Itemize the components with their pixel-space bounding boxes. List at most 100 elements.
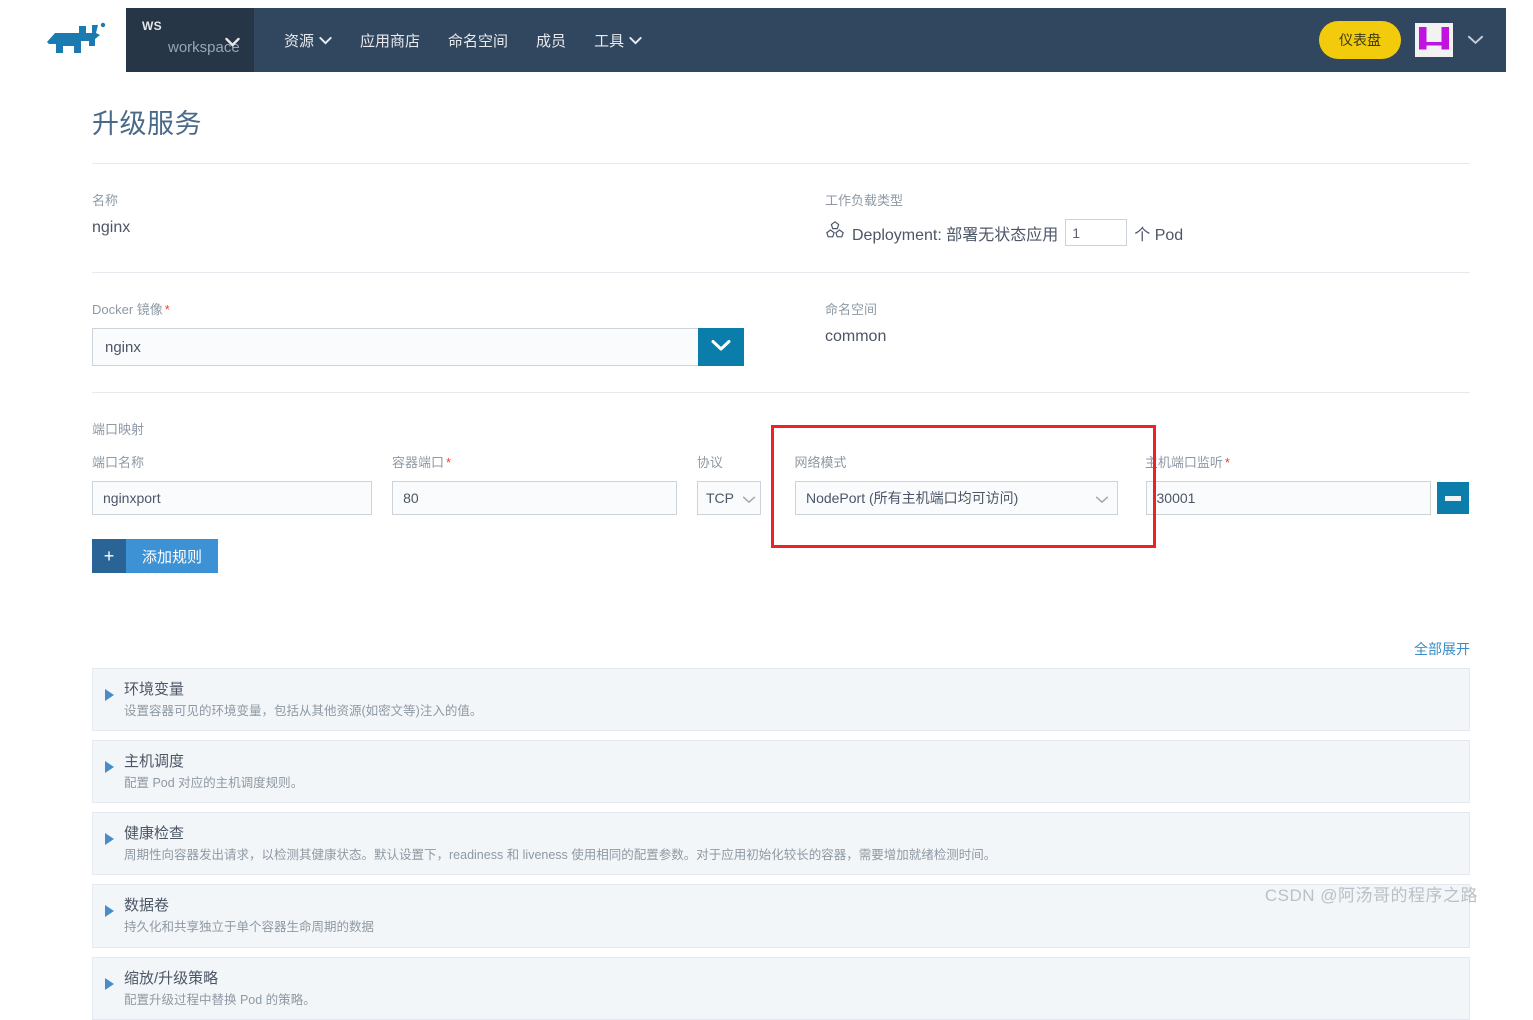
app-root: WS workspace 资源 应用商店 命名空间 成员 工具 仪表盘 升级服务…: [0, 0, 1533, 1020]
nav-item-namespaces[interactable]: 命名空间: [434, 8, 522, 72]
accordion-title: 环境变量: [124, 681, 185, 698]
nav-label: 资源: [284, 32, 315, 50]
pod-count-input[interactable]: [1065, 219, 1128, 246]
name-value: nginx: [92, 219, 131, 236]
network-mode-selected-value: NodePort (所有主机端口均可访问): [805, 490, 1019, 506]
workspace-switcher[interactable]: WS workspace: [126, 8, 254, 72]
required-marker: *: [164, 302, 170, 317]
container-port-input[interactable]: [392, 481, 677, 515]
name-field: 名称 nginx: [92, 190, 825, 246]
add-rule-button[interactable]: + 添加规则: [92, 539, 219, 573]
rancher-rhino-logo-icon: [45, 20, 107, 60]
accordion-description: 配置升级过程中替换 Pod 的策略。: [124, 992, 316, 1007]
user-avatar-identicon-icon[interactable]: [1415, 23, 1453, 57]
brand-logo[interactable]: [26, 8, 126, 72]
nav-label: 成员: [536, 32, 567, 50]
nav-item-members[interactable]: 成员: [522, 8, 580, 72]
remove-rule-cell: [1431, 482, 1470, 514]
accordion-title: 健康检查: [124, 825, 185, 843]
container-port-header: 容器端口 *: [392, 452, 697, 471]
nav-label: 命名空间: [448, 32, 509, 50]
nav-item-app-store[interactable]: 应用商店: [346, 8, 434, 72]
accordion-health-check[interactable]: 健康检查 周期性向容器发出请求，以检测其健康状态。默认设置下，readiness…: [92, 812, 1470, 876]
accordion-description: 配置 Pod 对应的主机调度规则。: [124, 776, 304, 791]
network-mode-cell: NodePort (所有主机端口均可访问): [767, 481, 1146, 515]
workload-type-label: 工作负载类型: [825, 193, 904, 208]
port-name-cell: [92, 481, 392, 515]
protocol-header: 协议: [696, 455, 723, 470]
docker-image-field: Docker 镜像 *: [92, 299, 825, 366]
required-marker: *: [446, 455, 452, 470]
divider: [92, 272, 1470, 273]
host-port-cell: [1145, 481, 1432, 515]
protocol-select[interactable]: TCP: [696, 481, 761, 515]
port-name-header: 端口名称: [92, 455, 145, 470]
protocol-selected-value: TCP: [705, 490, 734, 506]
accordion-host-scheduling[interactable]: 主机调度 配置 Pod 对应的主机调度规则。: [92, 740, 1470, 804]
workload-type-field: 工作负载类型 Deployment: 部署无状态应用 个 Po: [825, 190, 1470, 246]
triangle-right-icon: [105, 905, 114, 918]
docker-image-label-text: Docker 镜像: [92, 302, 163, 317]
docker-image-dropdown-button[interactable]: [698, 328, 744, 366]
chevron-down-icon: [225, 33, 240, 51]
namespace-label: 命名空间: [825, 302, 878, 317]
accordion-title: 数据卷: [124, 897, 170, 915]
image-row: Docker 镜像* 命名空间 common: [92, 299, 1470, 366]
docker-image-label: Docker 镜像 *: [92, 299, 825, 318]
page-title: 升级服务: [92, 109, 202, 139]
container-port-cell: [392, 481, 697, 515]
network-mode-header: 网络模式: [767, 452, 1145, 471]
triangle-right-icon: [105, 833, 114, 846]
workload-type-value: Deployment: 部署无状态应用 个 Pod: [825, 219, 1470, 246]
chevron-down-icon[interactable]: [1467, 31, 1484, 49]
triangle-right-icon: [105, 977, 114, 990]
name-label: 名称: [92, 193, 119, 208]
expand-all-link[interactable]: 全部展开: [1414, 641, 1470, 657]
accordion-title: 主机调度: [124, 753, 185, 771]
port-mapping-grid: 端口名称 容器端口 * 协议 网络模式 主机端口监听 * nginxport 8…: [92, 425, 1470, 548]
workspace-code: WS: [142, 19, 162, 33]
remove-rule-button[interactable]: [1437, 482, 1470, 514]
accordion-scaling-upgrade-policy[interactable]: 缩放/升级策略 配置升级过程中替换 Pod 的策略。: [92, 956, 1470, 1020]
accordion-description: 持久化和共享独立于单个容器生命周期的数据: [124, 920, 375, 935]
divider: [92, 163, 1470, 164]
dashboard-button[interactable]: 仪表盘: [1319, 21, 1401, 59]
host-port-input[interactable]: [1145, 481, 1432, 515]
pod-suffix-label: 个 Pod: [1134, 226, 1184, 244]
accordion-title: 缩放/升级策略: [124, 969, 219, 987]
protocol-cell: TCP: [696, 481, 767, 515]
accordion-volumes[interactable]: 数据卷 持久化和共享独立于单个容器生命周期的数据: [92, 884, 1470, 948]
accordion-list: 环境变量 设置容器可见的环境变量，包括从其他资源(如密文等)注入的值。 主机调度…: [92, 668, 1470, 1020]
host-port-header-text: 主机端口监听: [1144, 455, 1223, 470]
expand-all-row: 全部展开: [92, 639, 1470, 659]
accordion-env-vars[interactable]: 环境变量 设置容器可见的环境变量，包括从其他资源(如密文等)注入的值。: [92, 668, 1470, 732]
accordion-description: 设置容器可见的环境变量，包括从其他资源(如密文等)注入的值。: [124, 704, 483, 718]
nav-item-resources[interactable]: 资源: [270, 8, 346, 72]
deployment-icon: [825, 220, 845, 245]
port-mapping-row: TCP NodePort (所有主机端口均可访问): [92, 481, 1470, 515]
navbar-right: 仪表盘: [1319, 8, 1506, 72]
port-name-input[interactable]: [92, 481, 373, 515]
container-port-header-text: 容器端口: [392, 455, 445, 470]
triangle-right-icon: [105, 689, 114, 701]
namespace-field: 命名空间 common: [825, 299, 1470, 366]
network-mode-select[interactable]: NodePort (所有主机端口均可访问): [794, 481, 1118, 515]
chevron-down-icon: [319, 32, 332, 49]
minus-icon: [1445, 495, 1462, 501]
workload-type-text: Deployment: 部署无状态应用: [852, 226, 1059, 244]
chevron-down-icon: [742, 491, 756, 507]
nav-item-tools[interactable]: 工具: [580, 8, 656, 72]
required-marker: *: [1224, 455, 1230, 470]
chevron-down-icon: [629, 32, 642, 49]
port-mapping-label: 端口映射: [92, 422, 145, 437]
docker-image-input[interactable]: [92, 328, 698, 366]
top-navbar: WS workspace 资源 应用商店 命名空间 成员 工具 仪表盘: [26, 8, 1506, 72]
chevron-down-icon: [710, 338, 732, 357]
namespace-value: common: [825, 328, 887, 345]
chevron-down-icon: [1095, 491, 1109, 507]
page-content: 升级服务 名称 nginx 工作负载类型 Deployment: 部署无状态应用…: [26, 72, 1506, 1020]
basic-info-row: 名称 nginx 工作负载类型 Deployment: 部署无状态应用 1 个 …: [92, 190, 1470, 246]
add-rule-label: 添加规则: [126, 539, 219, 573]
csdn-watermark: CSDN @阿汤哥的程序之路: [1264, 886, 1478, 905]
docker-image-select: [92, 328, 744, 366]
